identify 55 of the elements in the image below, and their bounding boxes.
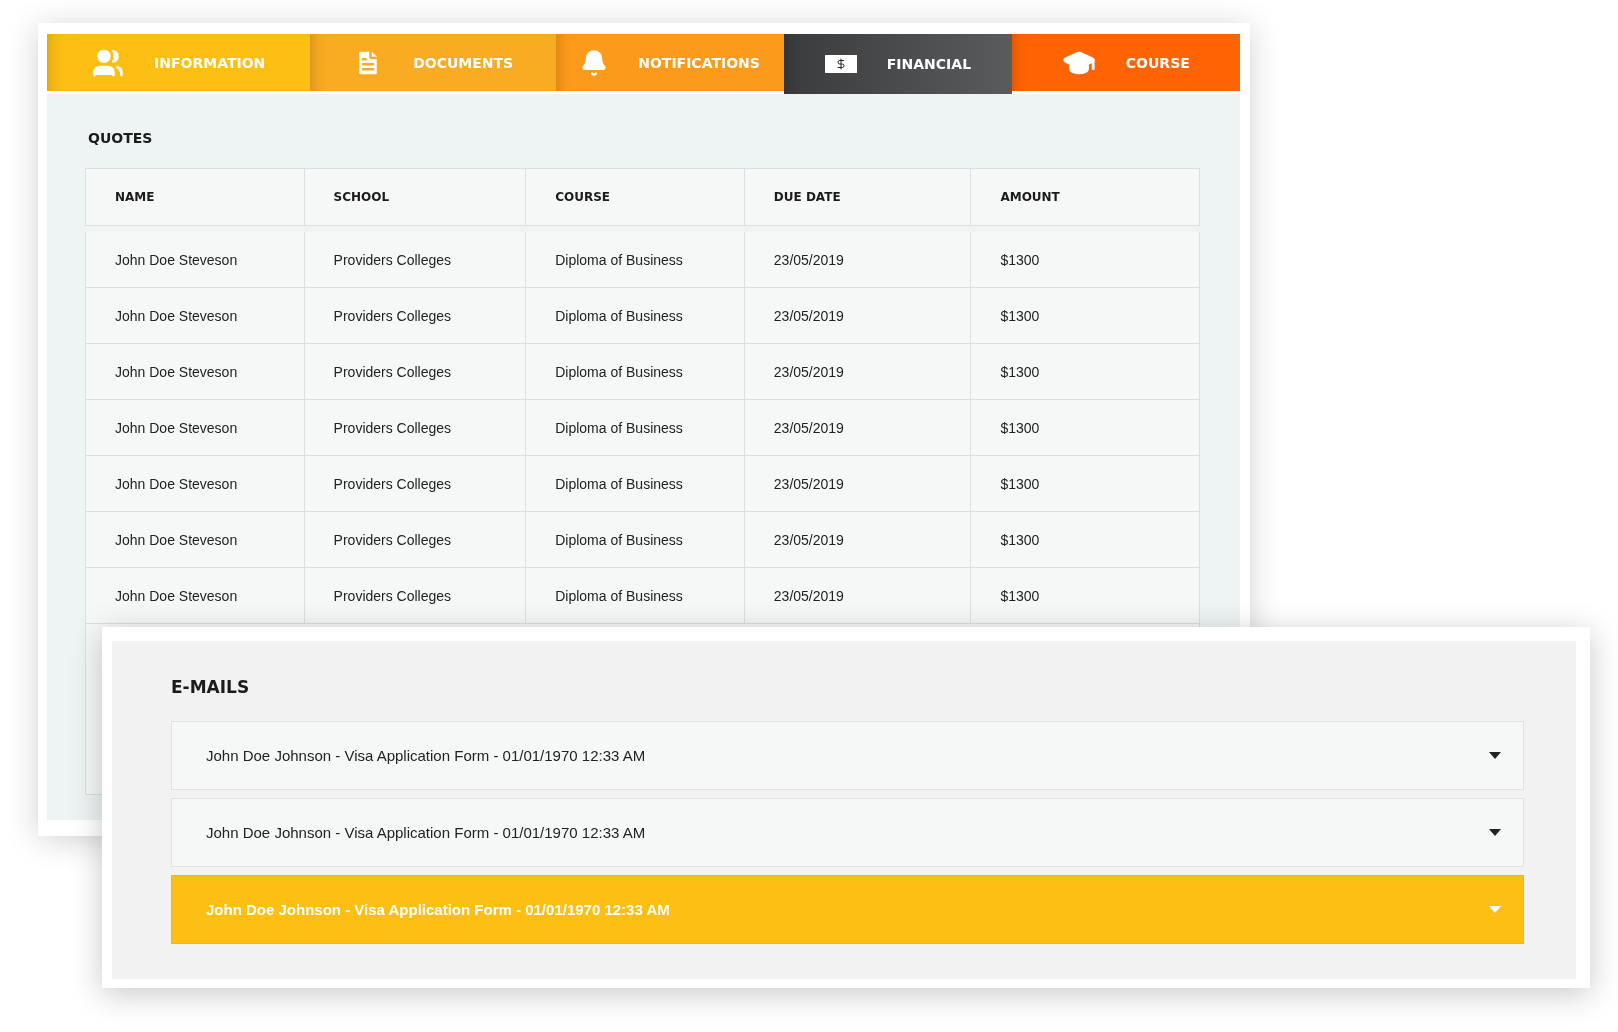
table-cell-text: John Doe Steveson xyxy=(114,250,239,270)
tab[interactable]: NOTIFICATIONS xyxy=(555,34,785,91)
table-cell: 23/05/2019 xyxy=(743,568,971,623)
table-cell: $1300 xyxy=(970,288,1199,343)
table-cell: $1300 xyxy=(970,232,1199,287)
table-cell: Diploma of Business xyxy=(525,288,744,343)
email-item[interactable]: John Doe Johnson - Visa Application Form - 01/01/1970 12:33 AM xyxy=(171,721,1524,790)
tab[interactable]: COURSE xyxy=(1011,34,1240,91)
table-cell: $1300 xyxy=(970,568,1199,623)
tab[interactable]: DOCUMENTS xyxy=(310,34,556,91)
table-cell: 23/05/2019 xyxy=(743,288,971,343)
column-header: NAME xyxy=(114,189,156,206)
table-cell-text: John Doe Steveson xyxy=(114,474,239,494)
table-cell: Diploma of Business xyxy=(525,456,744,511)
table-cell: Providers Colleges xyxy=(303,512,526,567)
table-cell: Providers Colleges xyxy=(303,344,526,399)
column-header: AMOUNT xyxy=(970,169,1199,225)
table-cell: $1300 xyxy=(970,456,1199,511)
table-cell: 23/05/2019 xyxy=(743,344,971,399)
section-title: QUOTES xyxy=(88,130,154,146)
table-cell: Providers Colleges xyxy=(303,288,526,343)
table-cell: Providers Colleges xyxy=(303,232,526,287)
table-cell: Diploma of Business xyxy=(525,400,744,455)
table-cell: Providers Colleges xyxy=(303,456,526,511)
table-cell: Providers Colleges xyxy=(303,400,526,455)
table-cell-text: John Doe Steveson xyxy=(114,362,239,382)
table-cell: $1300 xyxy=(970,400,1199,455)
column-header: DUE DATE xyxy=(743,169,971,225)
table-cell-text: John Doe Steveson xyxy=(114,530,239,550)
caret-icon xyxy=(1489,752,1501,759)
section-title: E-MAILS xyxy=(171,677,251,697)
table-cell: Diploma of Business xyxy=(525,344,744,399)
table-cell-text: John Doe Steveson xyxy=(114,418,239,438)
table-cell-text: John Doe Steveson xyxy=(114,586,239,606)
table-cell: Providers Colleges xyxy=(303,568,526,623)
email-item[interactable]: John Doe Johnson - Visa Application Form - 01/01/1970 12:33 AM xyxy=(171,875,1524,944)
table-cell: 23/05/2019 xyxy=(743,456,971,511)
table-cell: 23/05/2019 xyxy=(743,400,971,455)
table-cell: 23/05/2019 xyxy=(743,512,971,567)
caret-icon xyxy=(1489,906,1501,913)
tab[interactable]: FINANCIAL xyxy=(784,34,1012,94)
banknote-icon xyxy=(824,55,857,73)
column-header: COURSE xyxy=(525,169,744,225)
email-item[interactable]: John Doe Johnson - Visa Application Form - 01/01/1970 12:33 AM xyxy=(171,798,1524,867)
table-cell: $1300 xyxy=(970,512,1199,567)
table-cell: Diploma of Business xyxy=(525,568,744,623)
table-cell: Diploma of Business xyxy=(525,512,744,567)
table-cell: 23/05/2019 xyxy=(743,232,971,287)
tab[interactable]: INFORMATION xyxy=(47,34,311,91)
column-header: SCHOOL xyxy=(303,169,526,225)
table-cell: $1300 xyxy=(970,344,1199,399)
table-cell: Diploma of Business xyxy=(525,232,744,287)
table-cell-text: John Doe Steveson xyxy=(114,306,239,326)
bell-icon xyxy=(580,48,609,77)
caret-icon xyxy=(1489,829,1501,836)
